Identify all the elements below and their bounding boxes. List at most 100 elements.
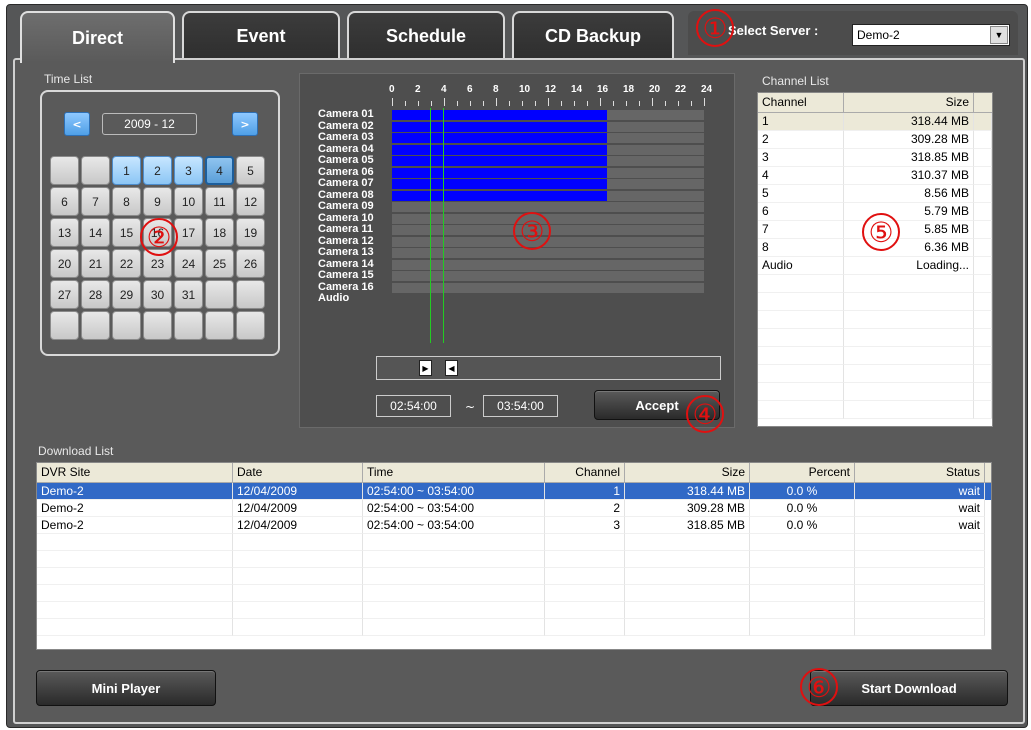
calendar-day[interactable]: 10 — [174, 187, 203, 216]
calendar-day[interactable]: 3 — [174, 156, 203, 185]
camera-label: Camera 10 — [318, 211, 374, 224]
range-start-handle[interactable]: ▶ — [419, 360, 432, 376]
camera-track[interactable] — [392, 282, 704, 293]
percent-cell: 0.0 % — [750, 483, 855, 500]
column-header-dvr-site[interactable]: DVR Site — [37, 463, 233, 482]
camera-track[interactable] — [392, 156, 704, 166]
calendar-empty-cell — [143, 311, 172, 340]
channel-cell: Audio — [758, 257, 844, 275]
site-cell: Demo-2 — [37, 517, 233, 534]
calendar-day[interactable]: 11 — [205, 187, 234, 216]
calendar-day[interactable]: 30 — [143, 280, 172, 309]
calendar-day[interactable]: 9 — [143, 187, 172, 216]
camera-track[interactable] — [392, 179, 704, 189]
calendar-day[interactable]: 8 — [112, 187, 141, 216]
calendar-day[interactable]: 19 — [236, 218, 265, 247]
server-select[interactable]: Demo-2 ▼ — [852, 24, 1010, 46]
channel-row[interactable]: 5 8.56 MB — [758, 185, 992, 203]
range-end-handle[interactable]: ◀ — [445, 360, 458, 376]
calendar-day[interactable]: 28 — [81, 280, 110, 309]
camera-track[interactable] — [392, 110, 704, 120]
date-cell: 12/04/2009 — [233, 517, 363, 534]
calendar-day[interactable]: 7 — [81, 187, 110, 216]
channel-row[interactable]: 4 310.37 MB — [758, 167, 992, 185]
tab-cd-backup[interactable]: CD Backup — [512, 11, 674, 60]
end-time-input[interactable]: 03:54:00 — [483, 395, 558, 417]
channel-list: Channel Size 1 318.44 MB 2 309.28 MB 3 318.85… — [757, 92, 993, 427]
calendar-day[interactable]: 27 — [50, 280, 79, 309]
calendar-day[interactable]: 13 — [50, 218, 79, 247]
recording-bar — [392, 121, 607, 132]
selection-start-line[interactable] — [429, 108, 431, 343]
empty-row — [758, 383, 992, 401]
start-time-input[interactable]: 02:54:00 — [376, 395, 451, 417]
column-header-time[interactable]: Time — [363, 463, 545, 482]
calendar-day[interactable]: 26 — [236, 249, 265, 278]
calendar-day[interactable]: 15 — [112, 218, 141, 247]
selection-end-line[interactable] — [442, 108, 444, 343]
calendar-day[interactable]: 17 — [174, 218, 203, 247]
camera-track[interactable] — [392, 202, 704, 212]
hour-tick — [509, 101, 510, 106]
table-row[interactable]: Demo-2 12/04/2009 02:54:00 ~ 03:54:00 2 309.… — [37, 500, 991, 517]
column-header-spacer — [974, 93, 992, 112]
camera-track[interactable] — [392, 271, 704, 281]
calendar-day[interactable]: 25 — [205, 249, 234, 278]
tab-event[interactable]: Event — [182, 11, 340, 60]
channel-row[interactable]: 2 309.28 MB — [758, 131, 992, 149]
calendar-day[interactable]: 24 — [174, 249, 203, 278]
hour-tick — [444, 98, 445, 106]
calendar-day[interactable]: 29 — [112, 280, 141, 309]
column-header-channel[interactable]: Channel — [758, 93, 844, 112]
size-cell: 318.44 MB — [625, 483, 750, 500]
calendar-day[interactable]: 5 — [236, 156, 265, 185]
hour-tick — [587, 101, 588, 106]
camera-track[interactable] — [392, 190, 704, 201]
column-header-channel[interactable]: Channel — [545, 463, 625, 482]
tab-schedule[interactable]: Schedule — [347, 11, 505, 60]
download-list: DVR Site Date Time Channel Size Percent … — [36, 462, 992, 650]
channel-row[interactable]: Audio Loading... — [758, 257, 992, 275]
channel-row[interactable]: 1 318.44 MB — [758, 113, 992, 131]
hour-label: 18 — [623, 84, 635, 95]
calendar-day[interactable]: 1 — [112, 156, 141, 185]
calendar-day[interactable]: 18 — [205, 218, 234, 247]
calendar-day[interactable]: 12 — [236, 187, 265, 216]
column-header-status[interactable]: Status — [855, 463, 985, 482]
calendar-day[interactable]: 2 — [143, 156, 172, 185]
status-cell: wait — [855, 517, 985, 534]
hour-label: 4 — [441, 84, 447, 95]
calendar-day[interactable]: 4 — [205, 156, 234, 185]
chevron-down-icon[interactable]: ▼ — [990, 26, 1008, 44]
tab-direct[interactable]: Direct — [20, 11, 175, 63]
camera-label: Camera 13 — [318, 246, 374, 258]
download-list-label: Download List — [38, 444, 114, 458]
column-header-percent[interactable]: Percent — [750, 463, 855, 482]
calendar-day[interactable]: 14 — [81, 218, 110, 247]
channel-row[interactable]: 3 318.85 MB — [758, 149, 992, 167]
prev-month-button[interactable]: < — [64, 112, 90, 136]
calendar-day[interactable]: 6 — [50, 187, 79, 216]
camera-track[interactable] — [392, 167, 704, 178]
calendar-day[interactable]: 22 — [112, 249, 141, 278]
table-row[interactable]: Demo-2 12/04/2009 02:54:00 ~ 03:54:00 1 318.… — [37, 483, 991, 500]
hour-tick — [691, 101, 692, 106]
empty-row — [758, 275, 992, 293]
column-header-date[interactable]: Date — [233, 463, 363, 482]
hour-tick — [626, 101, 627, 106]
camera-track[interactable] — [392, 133, 704, 143]
table-row[interactable]: Demo-2 12/04/2009 02:54:00 ~ 03:54:00 3 318.… — [37, 517, 991, 534]
next-month-button[interactable]: > — [232, 112, 258, 136]
mini-player-button[interactable]: Mini Player — [36, 670, 216, 706]
camera-track[interactable] — [392, 144, 704, 155]
camera-label: Camera 05 — [318, 154, 374, 166]
camera-track[interactable] — [392, 259, 704, 270]
calendar-day[interactable]: 31 — [174, 280, 203, 309]
camera-track[interactable] — [392, 121, 704, 132]
calendar-day[interactable]: 21 — [81, 249, 110, 278]
calendar-day[interactable]: 20 — [50, 249, 79, 278]
start-download-button[interactable]: Start Download — [810, 670, 1008, 706]
camera-track[interactable] — [392, 248, 704, 258]
column-header-size[interactable]: Size — [625, 463, 750, 482]
column-header-size[interactable]: Size — [844, 93, 974, 112]
